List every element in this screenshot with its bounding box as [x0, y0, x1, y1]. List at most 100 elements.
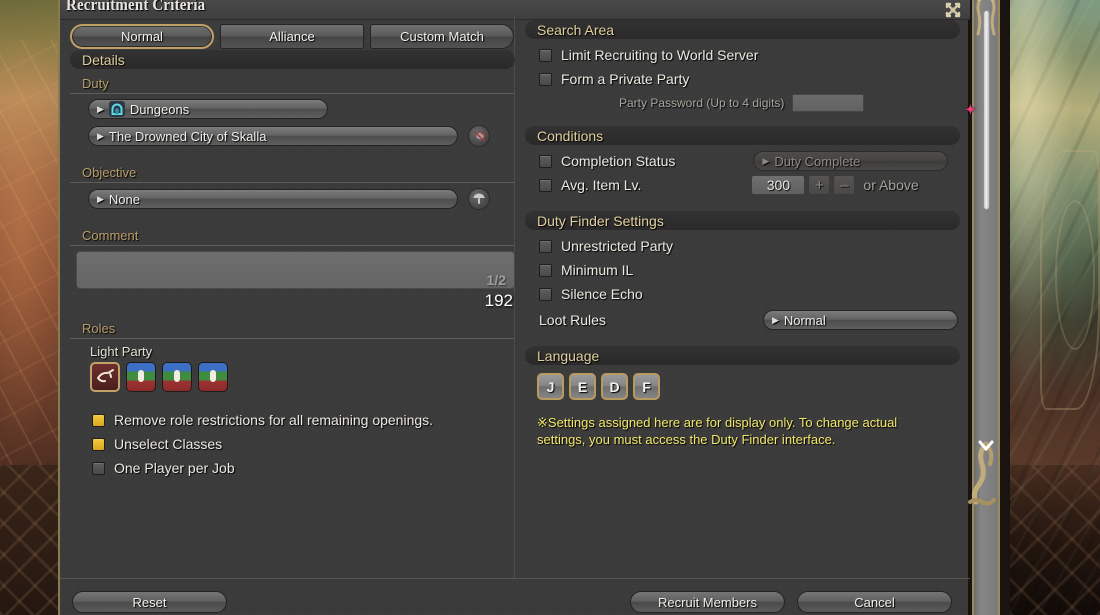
objective-value: None: [109, 192, 140, 207]
row-completion-status: Completion Status ▶ Duty Complete: [539, 149, 960, 173]
language-button-japanese[interactable]: J: [537, 373, 564, 400]
option-minimum-il-label: Minimum IL: [561, 262, 633, 278]
tab-normal[interactable]: Normal: [70, 24, 214, 49]
role-slot-open-2[interactable]: [162, 362, 192, 392]
checkbox-completion-status[interactable]: [539, 155, 552, 168]
language-button-english[interactable]: E: [569, 373, 596, 400]
option-minimum-il[interactable]: Minimum IL: [539, 258, 960, 282]
scrollbar-top-ornament: [968, 0, 1004, 52]
option-unselect-classes-label: Unselect Classes: [114, 436, 222, 452]
details-panel: Details Duty ▶ Dungeons: [70, 50, 515, 570]
duty-label: Duty: [70, 76, 515, 94]
chevron-right-icon: ▶: [97, 132, 104, 141]
window-title: Recruitment Criteria: [66, 0, 205, 15]
option-remove-role-restrictions[interactable]: Remove role restrictions for all remaini…: [92, 408, 515, 432]
row-avg-item-level: Avg. Item Lv. 300 + – or Above: [539, 173, 960, 197]
comment-char-count: 192: [76, 291, 515, 311]
chocobo-self-icon: [92, 364, 118, 390]
tab-alliance[interactable]: Alliance: [220, 24, 364, 49]
roles-label: Roles: [70, 321, 515, 339]
conditions-header: Conditions: [525, 126, 960, 145]
option-silence-echo[interactable]: Silence Echo: [539, 282, 960, 306]
role-slot-open-3[interactable]: [198, 362, 228, 392]
duty-category-value: Dungeons: [130, 102, 189, 117]
checkbox-unselect-classes[interactable]: [92, 438, 105, 451]
checkbox-remove-role-restrictions[interactable]: [92, 414, 105, 427]
checkbox-unrestricted-party[interactable]: [539, 240, 552, 253]
objective-dropdown[interactable]: ▶ None: [88, 189, 458, 209]
recruitment-criteria-window: Recruitment Criteria Normal Alliance Cus…: [58, 0, 968, 615]
avg-item-level-label: Avg. Item Lv.: [561, 177, 641, 193]
language-button-french[interactable]: F: [633, 373, 660, 400]
search-area-header-label: Search Area: [537, 22, 614, 38]
comment-label: Comment: [70, 228, 515, 246]
details-header-label: Details: [82, 52, 125, 68]
checkbox-silence-echo[interactable]: [539, 288, 552, 301]
open-slot-icon: [127, 363, 155, 391]
option-one-player-per-job-label: One Player per Job: [114, 460, 235, 476]
recruit-members-button[interactable]: Recruit Members: [630, 591, 785, 613]
settings-panel: Search Area Limit Recruiting to World Se…: [525, 20, 960, 570]
option-private-party-label: Form a Private Party: [561, 71, 689, 87]
option-limit-world-server[interactable]: Limit Recruiting to World Server: [539, 43, 960, 67]
scrollbar-bottom-ornament: [964, 440, 1008, 510]
mushroom-icon[interactable]: [468, 188, 490, 210]
chevron-right-icon: ▶: [97, 195, 104, 204]
checkbox-minimum-il[interactable]: [539, 264, 552, 277]
role-slot-open-1[interactable]: [126, 362, 156, 392]
party-type-label: Light Party: [90, 344, 515, 359]
details-section-header: Details: [70, 50, 515, 69]
checkbox-limit-world-server[interactable]: [539, 49, 552, 62]
cursor-marker-icon: ✦: [965, 102, 976, 118]
reset-button[interactable]: Reset: [72, 591, 227, 613]
cancel-button[interactable]: Cancel: [797, 591, 952, 613]
open-slot-icon: [199, 363, 227, 391]
checkbox-avg-item-level[interactable]: [539, 179, 552, 192]
window-titlebar: Recruitment Criteria: [60, 0, 970, 20]
comment-input[interactable]: 1/2: [76, 251, 515, 289]
background-ornament-inner: [1055, 200, 1095, 350]
item-level-decrement-button[interactable]: –: [833, 175, 855, 195]
duty-instance-value: The Drowned City of Skalla: [109, 129, 267, 144]
role-slot-self[interactable]: [90, 362, 120, 392]
conditions-header-label: Conditions: [537, 128, 603, 144]
checkbox-private-party[interactable]: [539, 73, 552, 86]
language-button-group: J E D F: [537, 373, 960, 400]
tab-normal-label: Normal: [121, 29, 163, 44]
option-unselect-classes[interactable]: Unselect Classes: [92, 432, 515, 456]
dungeon-arch-icon: [109, 101, 125, 117]
option-silence-echo-label: Silence Echo: [561, 286, 643, 302]
duty-category-dropdown[interactable]: ▶ Dungeons: [88, 99, 328, 119]
mode-tabs: Normal Alliance Custom Match: [70, 24, 514, 49]
duty-instance-dropdown[interactable]: ▶ The Drowned City of Skalla: [88, 126, 458, 146]
chevron-right-icon: ▶: [772, 316, 779, 325]
row-loot-rules: Loot Rules ▶ Normal: [539, 308, 960, 332]
objective-label: Objective: [70, 165, 515, 183]
language-header: Language: [525, 346, 960, 365]
option-unrestricted-party[interactable]: Unrestricted Party: [539, 234, 960, 258]
tab-alliance-label: Alliance: [269, 29, 315, 44]
loot-roll-icon[interactable]: [468, 125, 490, 147]
role-slot-list: [90, 362, 515, 392]
loot-rules-value: Normal: [784, 313, 826, 328]
tab-custom-match[interactable]: Custom Match: [370, 24, 514, 49]
option-unrestricted-party-label: Unrestricted Party: [561, 238, 673, 254]
loot-rules-label: Loot Rules: [539, 312, 606, 328]
tab-custom-match-label: Custom Match: [400, 29, 484, 44]
checkbox-one-player-per-job[interactable]: [92, 462, 105, 475]
close-icon[interactable]: [944, 1, 962, 19]
footer-separator: [60, 578, 970, 579]
language-button-german[interactable]: D: [601, 373, 628, 400]
item-level-increment-button[interactable]: +: [808, 175, 830, 195]
chevron-right-icon: ▶: [97, 105, 104, 114]
open-slot-icon: [163, 363, 191, 391]
party-password-label: Party Password (Up to 4 digits): [619, 96, 784, 110]
option-private-party[interactable]: Form a Private Party: [539, 67, 960, 91]
search-area-header: Search Area: [525, 20, 960, 39]
completion-status-dropdown[interactable]: ▶ Duty Complete: [753, 151, 948, 171]
loot-rules-dropdown[interactable]: ▶ Normal: [763, 310, 958, 330]
avg-item-level-value[interactable]: 300: [751, 175, 805, 195]
duty-finder-settings-header: Duty Finder Settings: [525, 211, 960, 230]
option-one-player-per-job[interactable]: One Player per Job: [92, 456, 515, 480]
party-password-input[interactable]: [792, 94, 864, 112]
